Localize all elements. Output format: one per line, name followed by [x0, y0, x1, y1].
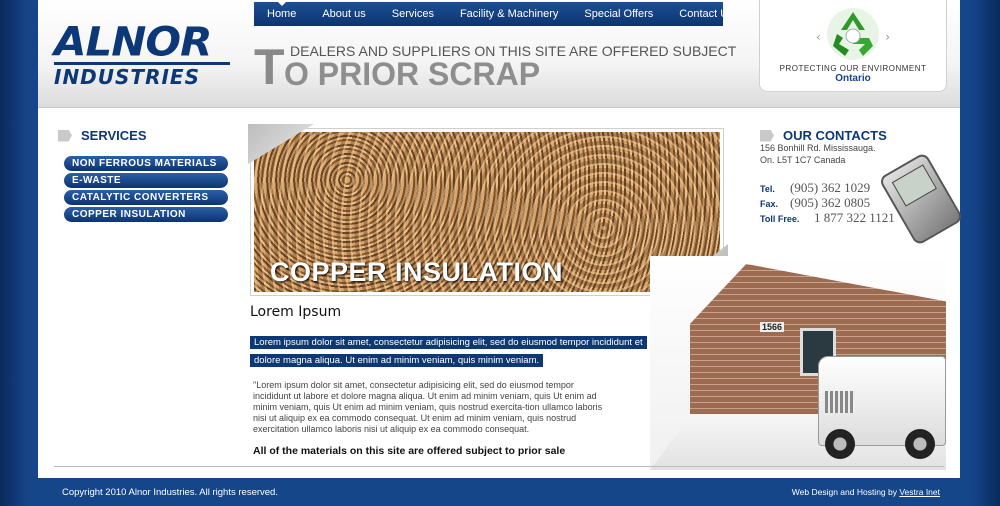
truck-image [818, 356, 946, 459]
highlight-block: Lorem ipsum dolor sit amet, consectetur … [250, 332, 656, 368]
truck-wheel [905, 429, 935, 459]
main-nav: Home About us Services Facility & Machin… [254, 2, 734, 26]
environment-region: Ontario [835, 73, 871, 84]
credit-prefix: Web Design and Hosting by [791, 487, 900, 497]
nav-home[interactable]: Home [254, 2, 309, 26]
chevron-right-icon: › [885, 30, 890, 44]
flag-icon [58, 129, 72, 142]
tel-label: Tel. [760, 184, 775, 194]
services-list: NON FERROUS MATERIALS E-WASTE CATALYTIC … [64, 156, 228, 224]
recycle-icon [823, 4, 883, 64]
address-line1: 156 Bonhill Rd. Mississauga. [760, 143, 876, 153]
service-e-waste[interactable]: E-WASTE [64, 173, 228, 188]
services-title: SERVICES [81, 128, 147, 143]
footer-divider [54, 466, 944, 467]
copyright-text: Copyright 2010 Alnor Industries. All rig… [62, 487, 278, 498]
sale-note: All of the materials on this site are of… [253, 445, 566, 457]
highlight-text: Lorem ipsum dolor sit amet, consectetur … [250, 336, 647, 367]
nav-services[interactable]: Services [379, 2, 447, 26]
services-heading: SERVICES [58, 128, 147, 143]
banner-label: COPPER INSULATION [270, 257, 564, 287]
logo-top-text: ALNOR [54, 18, 212, 65]
logo-bottom-text: INDUSTRIES [54, 62, 230, 89]
fax-label: Fax. [760, 199, 779, 209]
page-container: ALNOR INDUSTRIES Home About us Services … [38, 0, 964, 478]
footer: Copyright 2010 Alnor Industries. All rig… [0, 478, 1000, 506]
nav-special-offers[interactable]: Special Offers [571, 2, 666, 26]
content-heading: Lorem Ipsum [250, 304, 342, 320]
tagline-line2: O PRIOR SCRAP [284, 56, 541, 92]
tollfree-label: Toll Free. [760, 214, 800, 224]
chevron-left-icon: ‹ [816, 30, 821, 44]
tollfree-number[interactable]: 1 877 322 1121 [814, 210, 895, 226]
fax-number: (905) 362 0805 [790, 195, 871, 210]
environment-text: PROTECTING OUR ENVIRONMENT [779, 64, 927, 73]
truck-wheel [825, 429, 855, 459]
nav-contact-us[interactable]: Contact Us [666, 2, 746, 26]
service-copper-insulation[interactable]: COPPER INSULATION [64, 207, 228, 222]
vestra-inet-link[interactable]: Vestra Inet [899, 487, 940, 497]
facility-photo: 1566 [650, 256, 946, 470]
environment-badge: ‹ › PROTECTING OUR ENVIRONMENT Ontario [759, 0, 947, 92]
building-number: 1566 [760, 322, 785, 332]
nav-facility-machinery[interactable]: Facility & Machinery [447, 2, 571, 26]
nav-about-us[interactable]: About us [309, 2, 378, 26]
alnor-logo[interactable]: ALNOR INDUSTRIES [54, 22, 234, 92]
tagline-initial: T [254, 39, 285, 95]
credit-text: Web Design and Hosting by Vestra Inet [792, 487, 940, 497]
header: ALNOR INDUSTRIES Home About us Services … [38, 0, 960, 108]
body-text: "Lorem ipsum dolor sit amet, consectetur… [253, 380, 603, 434]
main-content: Lorem Ipsum Lorem ipsum dolor sit amet, … [250, 304, 660, 457]
service-catalytic-converters[interactable]: CATALYTIC CONVERTERS [64, 190, 228, 205]
service-non-ferrous-materials[interactable]: NON FERROUS MATERIALS [64, 156, 228, 171]
tel-number[interactable]: (905) 362 1029 [790, 180, 870, 196]
